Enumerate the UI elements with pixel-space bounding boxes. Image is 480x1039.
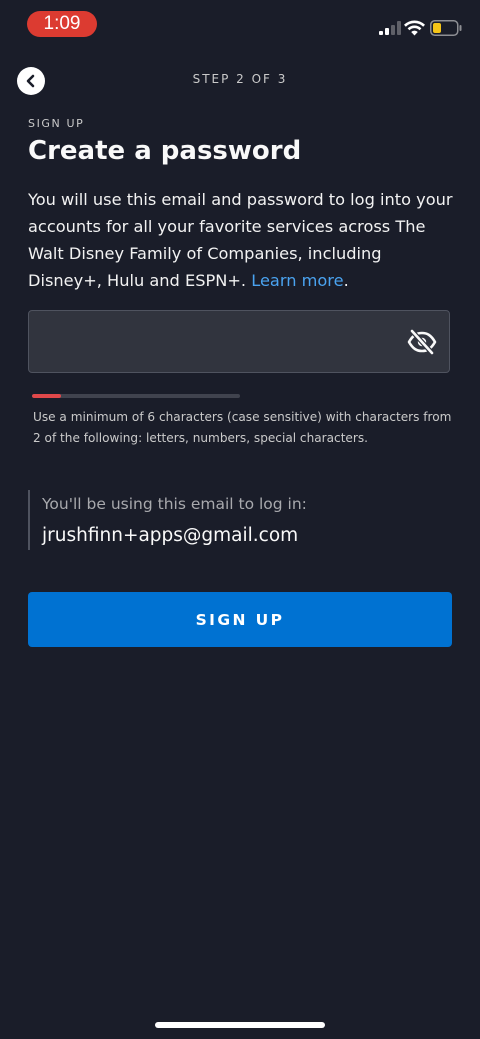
status-time: 1:09 (27, 11, 97, 37)
email-caption: You'll be using this email to log in: (42, 495, 307, 513)
section-eyebrow: SIGN UP (28, 117, 85, 130)
learn-more-link[interactable]: Learn more (251, 271, 343, 290)
password-strength-meter (32, 394, 240, 398)
battery-icon (430, 20, 462, 36)
email-info: You'll be using this email to log in: jr… (28, 490, 307, 550)
status-bar: 1:09 (0, 0, 480, 48)
eye-off-icon[interactable] (407, 329, 437, 355)
home-indicator[interactable] (155, 1022, 325, 1028)
password-strength-fill (32, 394, 62, 398)
signup-screen: 1:09 STEP 2 OF 3 SIGN UP Create a passwo… (0, 0, 480, 1039)
signal-icon (379, 21, 401, 35)
sign-up-button[interactable]: SIGN UP (28, 592, 452, 647)
password-hint: Use a minimum of 6 characters (case sens… (33, 410, 452, 445)
wifi-icon (404, 20, 425, 36)
description-period: . (343, 271, 349, 290)
description-text: You will use this email and password to … (28, 186, 456, 294)
description-body: You will use this email and password to … (28, 190, 453, 290)
page-title: Create a password (28, 136, 302, 166)
email-value: jrushfinn+apps@gmail.com (42, 525, 299, 546)
password-field[interactable] (28, 310, 450, 374)
step-indicator: STEP 2 OF 3 (192, 72, 288, 86)
password-input[interactable] (43, 311, 407, 374)
